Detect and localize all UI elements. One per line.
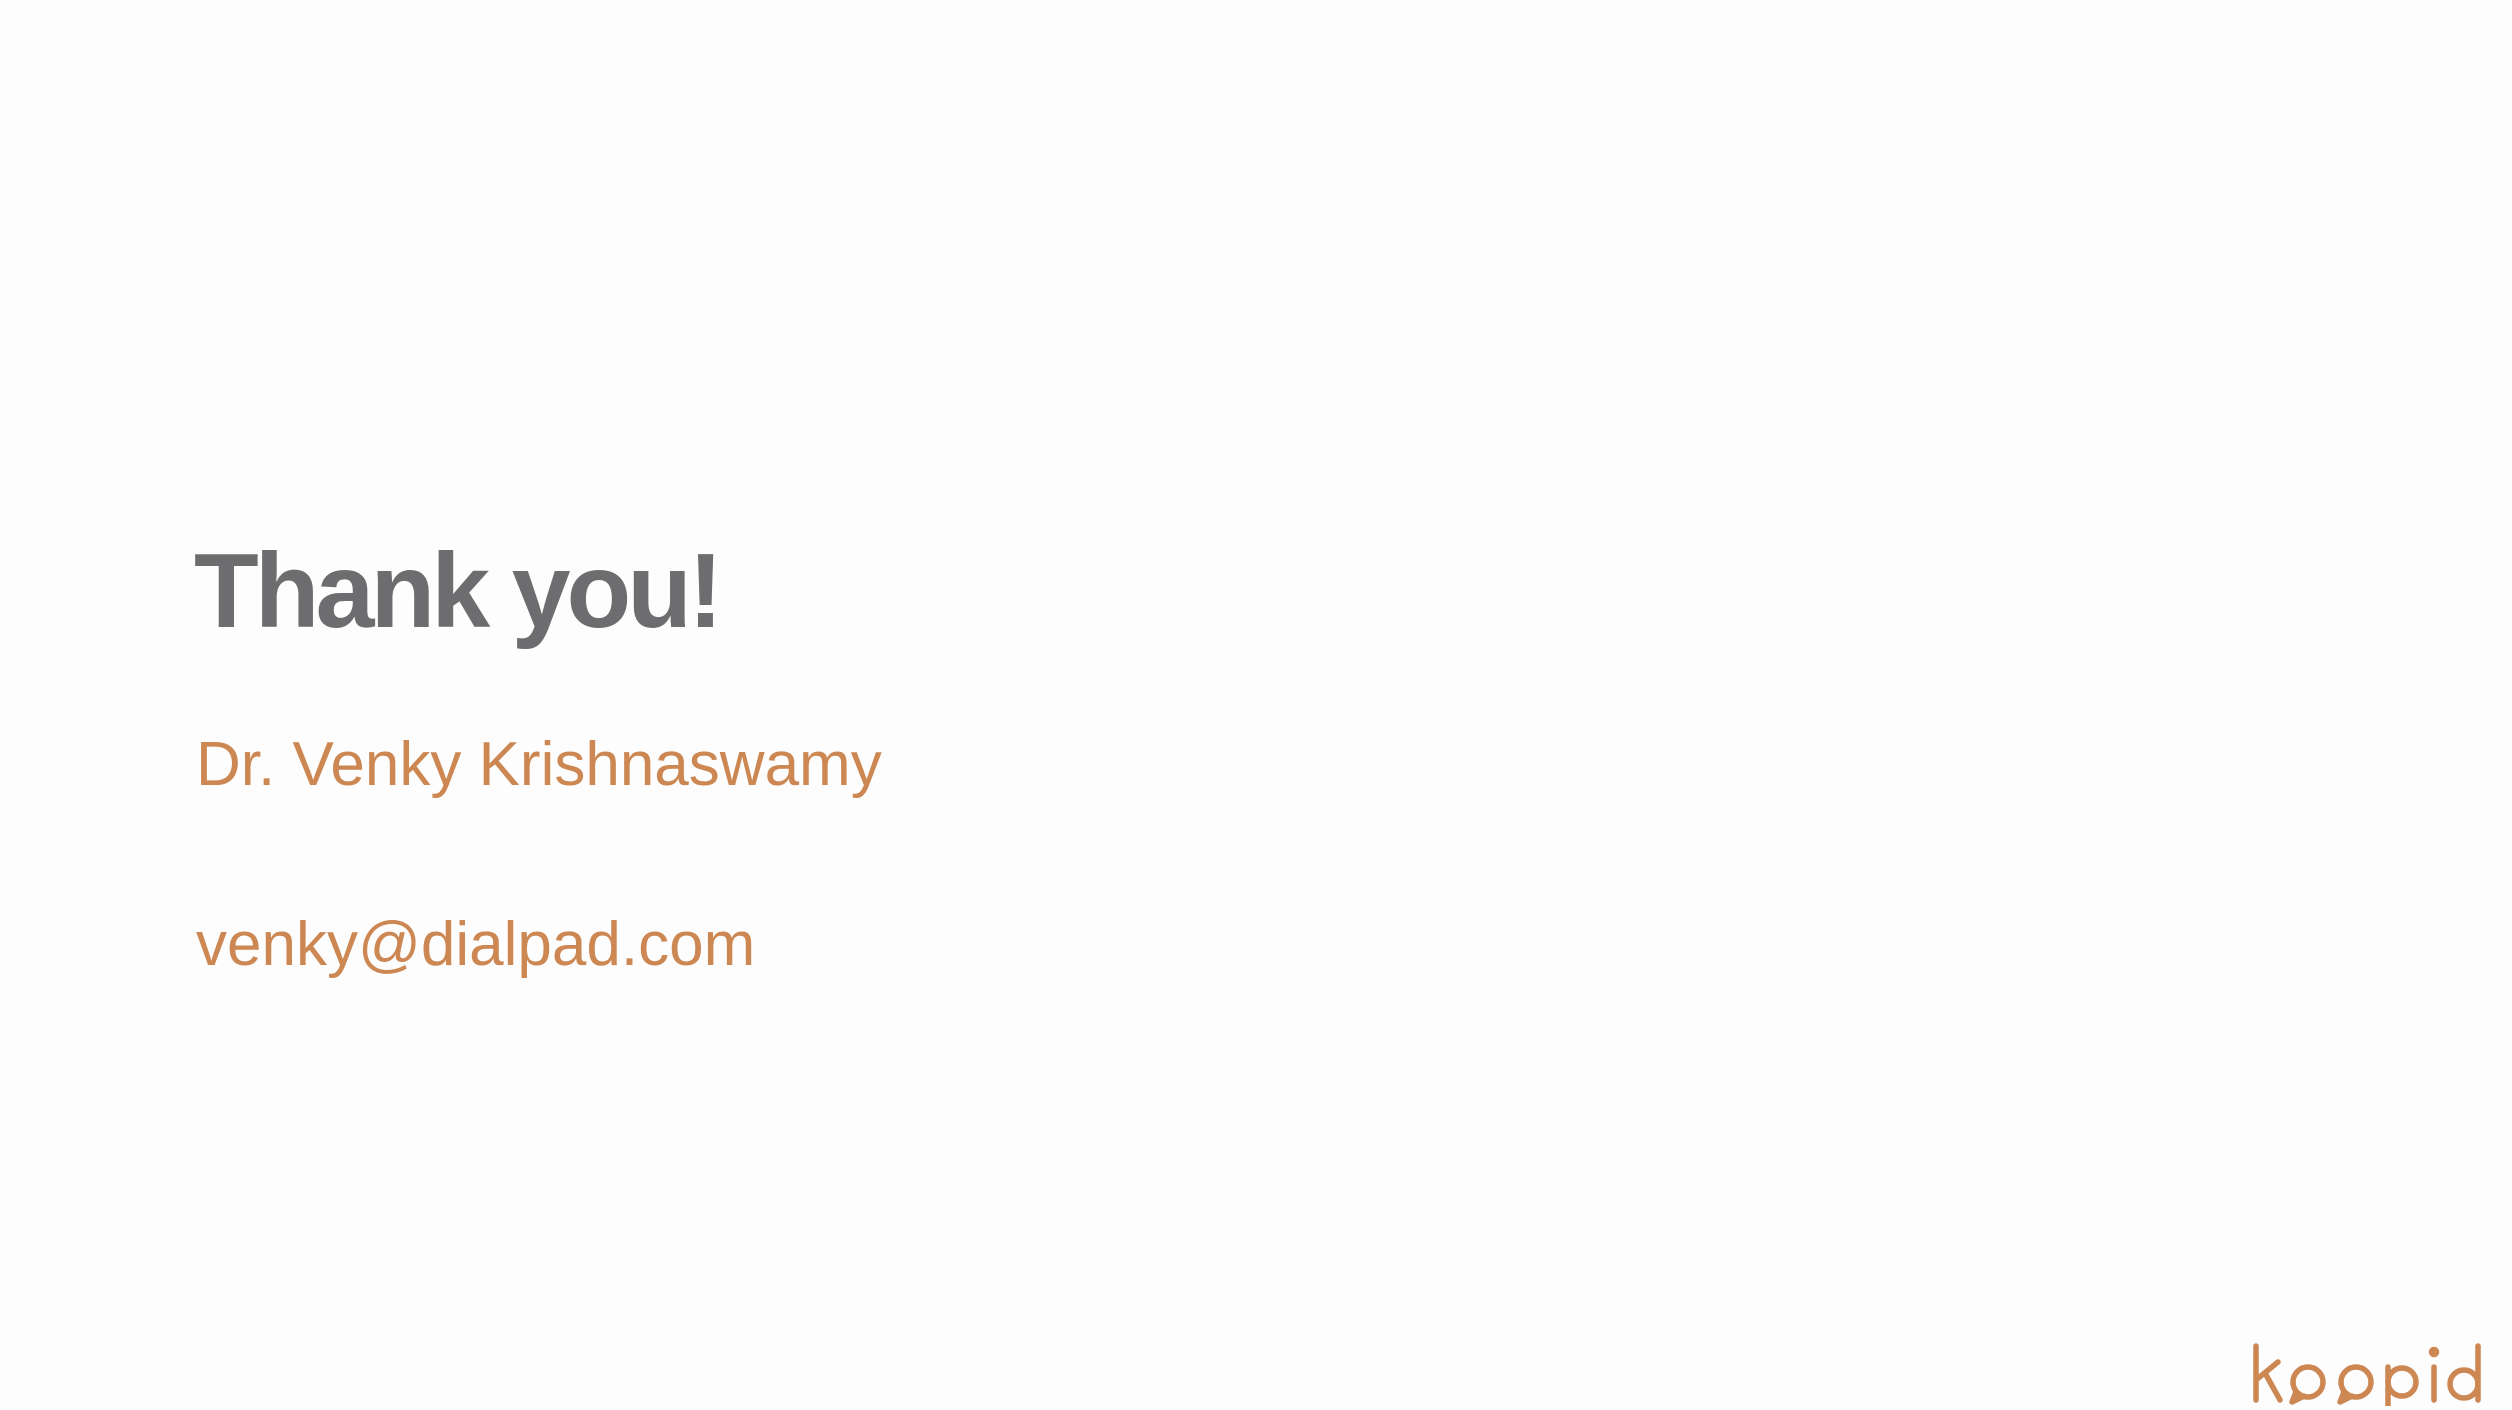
presenter-name: Dr. Venky Krishnaswamy — [196, 730, 882, 799]
slide-title: Thank you! — [194, 532, 723, 650]
slide: Thank you! Dr. Venky Krishnaswamy venky@… — [0, 0, 2512, 1410]
koopid-logo — [2253, 1343, 2481, 1406]
presenter-email: venky@dialpad.com — [196, 910, 756, 979]
